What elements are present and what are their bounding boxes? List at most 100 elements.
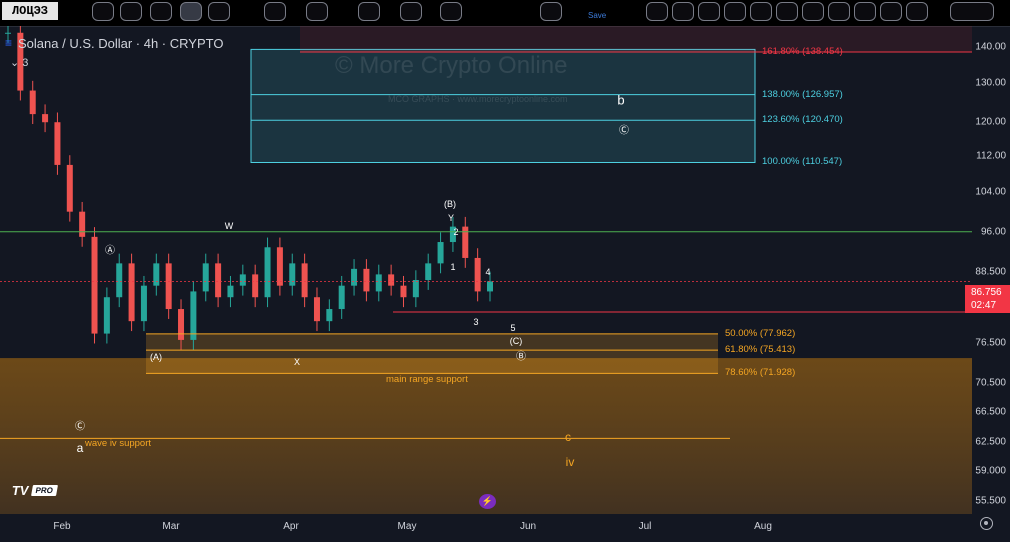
candle-body [487, 281, 493, 292]
toolbar-button[interactable] [150, 2, 172, 21]
toolbar-button[interactable] [672, 2, 694, 21]
candle-body [42, 114, 49, 123]
toolbar-button[interactable] [906, 2, 928, 21]
wave-label: (A) [150, 352, 162, 362]
candle-body [338, 285, 345, 310]
date-tick: Jul [638, 521, 652, 532]
price-tick: 112.00 [976, 150, 1006, 162]
support-zone [0, 358, 972, 514]
candle-body [400, 285, 407, 298]
candle-body [313, 297, 320, 322]
candle-body [140, 285, 147, 322]
toolbar-button[interactable] [828, 2, 850, 21]
fib-label: 100.00% (110.547) [762, 156, 843, 168]
wave-label: iv [565, 455, 575, 469]
price-tick: 88.500 [975, 266, 1006, 278]
date-tick: Jun [519, 521, 537, 532]
toolbar-button[interactable] [880, 2, 902, 21]
wave-label: Ⓑ [516, 351, 526, 363]
toolbar-button[interactable] [540, 2, 562, 21]
candle-body [128, 263, 135, 322]
wave-iv-support-label: wave iv support [85, 438, 152, 449]
price-tick: 104.00 [975, 186, 1006, 198]
toolbar-button[interactable] [854, 2, 876, 21]
fib-label: 61.80% (75.413) [725, 344, 796, 356]
toolbar-button[interactable] [92, 2, 114, 21]
candle-body [289, 263, 296, 286]
fib-label: 161.80% (138.454) [762, 46, 843, 58]
last-price-badge: 86.756 02:47 [965, 285, 1010, 313]
candle-body [202, 263, 209, 292]
wave-label: 2 [453, 227, 459, 237]
candle-body [227, 285, 234, 298]
bar-countdown: 02:47 [971, 300, 997, 311]
wave-label: (C) [509, 336, 523, 346]
wave-label: 4 [485, 267, 491, 277]
wave-label: X [293, 357, 301, 367]
toolbar-button[interactable] [440, 2, 462, 21]
wave-label: a [76, 441, 84, 455]
candle-body [276, 247, 283, 286]
candle-body [54, 122, 61, 165]
candle-body [116, 263, 123, 298]
toolbar-button[interactable] [724, 2, 746, 21]
date-tick: May [397, 521, 417, 532]
save-button[interactable]: Save [588, 11, 606, 20]
toolbar-button[interactable] [802, 2, 824, 21]
candle-body [66, 164, 73, 212]
date-axis[interactable]: Feb Mar Apr May Jun Jul Aug [0, 514, 1010, 542]
price-tick: 62.500 [975, 436, 1006, 448]
candle-body [301, 263, 308, 298]
date-tick: Mar [162, 521, 180, 532]
toolbar-button[interactable] [698, 2, 720, 21]
range-label: main range support [386, 374, 468, 385]
price-tick: 66.500 [975, 406, 1006, 418]
price-tick: 76.500 [975, 337, 1006, 349]
candle-body [29, 90, 36, 115]
wave-label: Y [447, 213, 455, 223]
menu-icon[interactable]: ≡ [5, 36, 12, 50]
candle-body [252, 274, 259, 298]
price-tick: 55.500 [975, 495, 1006, 507]
chevron-down-icon[interactable]: ⌄ [10, 57, 19, 69]
toolbar-button[interactable] [306, 2, 328, 21]
toolbar-button[interactable] [208, 2, 230, 21]
toolbar-button[interactable] [120, 2, 142, 21]
indicator-collapse[interactable]: ⌄ 3 [10, 56, 28, 69]
toolbar-button[interactable] [950, 2, 994, 21]
lightning-icon[interactable]: ⚡ [479, 494, 496, 509]
candle-body [264, 247, 271, 298]
price-tick: 140.00 [975, 41, 1006, 53]
tradingview-logo[interactable]: TV PRO [11, 483, 59, 498]
price-tick: 70.500 [975, 377, 1006, 389]
last-price: 86.756 [971, 287, 1002, 298]
wave-label: Ⓒ [619, 125, 629, 137]
candle-body [79, 211, 86, 237]
toolbar-button[interactable] [646, 2, 668, 21]
price-axis[interactable]: 140.00 130.00 120.00 112.00 104.00 96.00 88.50… [972, 26, 1010, 514]
date-tick: Feb [53, 521, 71, 532]
wave-label: W [224, 221, 234, 231]
toolbar-button[interactable] [400, 2, 422, 21]
tv-icon: TV [10, 483, 30, 498]
watermark-subtitle: MCO GRAPHS · www.morecryptoonline.com [388, 94, 568, 104]
toolbar-button[interactable] [776, 2, 798, 21]
wave-label: c [565, 430, 571, 444]
candle-body [351, 268, 358, 286]
price-tick: 96.00 [980, 226, 1006, 238]
wave-label: 1 [450, 262, 456, 272]
toolbar-button[interactable] [358, 2, 380, 21]
symbol-title[interactable]: Solana / U.S. Dollar · 4h · CRYPTO [18, 36, 223, 51]
toolbar-button[interactable] [180, 2, 202, 21]
toolbar-logo: ЛОЦЭЗ [2, 2, 58, 20]
toolbar-button[interactable] [264, 2, 286, 21]
toolbar-button[interactable] [750, 2, 772, 21]
candle-body [388, 274, 395, 286]
candle-body [239, 274, 246, 286]
candle-body [178, 309, 185, 340]
candle-body [375, 274, 382, 292]
wave-label: b [617, 92, 625, 108]
date-tick: Aug [754, 521, 772, 532]
settings-icon[interactable] [980, 517, 993, 530]
candle-body [326, 309, 333, 322]
